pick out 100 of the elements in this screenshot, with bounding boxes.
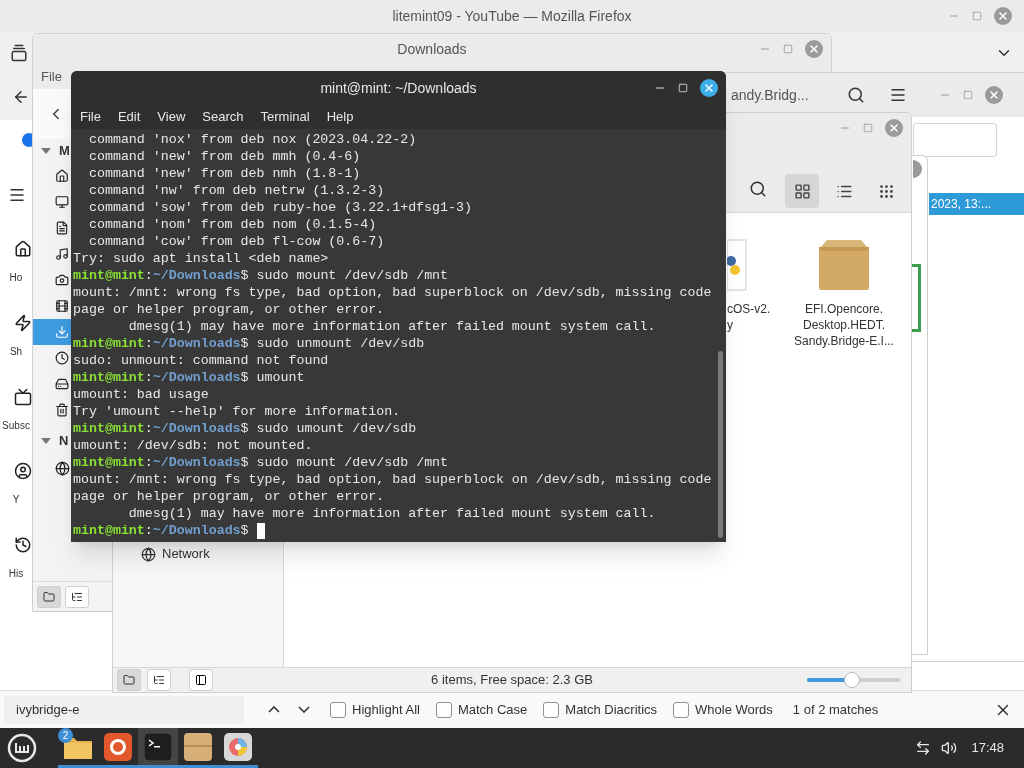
output-line: command 'nox' from deb nox (2023.04.22-2) (87, 131, 417, 148)
output-line: umount: bad usage (73, 386, 209, 403)
file-icon (727, 239, 747, 291)
bolt-icon[interactable] (14, 314, 32, 332)
menu-item[interactable]: Help (326, 107, 354, 127)
close-icon (888, 122, 900, 134)
option-label[interactable]: Match Case (457, 699, 528, 720)
match-count: 1 of 2 matches (792, 700, 879, 719)
option-label[interactable]: Whole Words (695, 699, 773, 720)
output-line: command 'sow' from deb ruby-hoe (3.22.1+dfsg1-3) (87, 199, 472, 216)
close-button[interactable] (700, 79, 718, 97)
box-icon (184, 732, 212, 761)
prompt-line: mint@mint:~/Downloads$ umount (73, 369, 305, 386)
sidebar-label[interactable]: His (8, 566, 24, 581)
folder-icon (123, 674, 135, 686)
option-label[interactable]: Highlight All (352, 699, 420, 720)
view-mode-button[interactable] (785, 174, 819, 208)
maximize-icon (678, 83, 688, 93)
menu-item[interactable]: Terminal (260, 107, 310, 127)
menu-icon[interactable] (8, 186, 26, 204)
globe-icon (141, 546, 156, 562)
menu-item[interactable]: File (80, 107, 101, 127)
close-icon (997, 10, 1009, 22)
output-line: umount: /dev/sdb: not mounted. (73, 437, 313, 454)
terminal-icon (144, 732, 172, 761)
checkbox[interactable] (330, 701, 346, 718)
option-label[interactable]: Match Diacritics (565, 699, 658, 720)
output-line: command 'new' from deb mmh (0.4-6) (87, 148, 361, 165)
maximize-icon (863, 123, 873, 133)
expander-icon[interactable] (41, 438, 51, 444)
output-line: command 'nom' from deb nom (0.1.5-4) (87, 216, 377, 233)
output-line: Try: sudo apt install <deb name> (73, 250, 329, 267)
section-header: N (59, 432, 69, 451)
output-line: mount: /mnt: wrong fs type, bad option, bad superblock on /dev/sdb, missing code (73, 284, 712, 301)
menu-item[interactable]: Edit (117, 107, 141, 127)
window-title: Downloads (397, 39, 467, 59)
sidebar-mode-button[interactable] (147, 669, 171, 691)
color-wheel-icon (224, 732, 252, 761)
volume-icon (941, 740, 958, 756)
globe-icon (55, 460, 70, 476)
expander-icon[interactable] (41, 148, 51, 154)
close-icon (808, 43, 820, 55)
menu-item[interactable]: View (157, 107, 186, 127)
history-icon[interactable] (14, 536, 32, 554)
sidebar-item[interactable]: Network (162, 544, 210, 564)
sidebar-mode-button[interactable] (65, 585, 89, 608)
music-note-icon (55, 247, 69, 261)
monitor-icon (55, 195, 69, 209)
output-line: dmesg(1) may have more information after failed mount system call. (127, 505, 656, 522)
window-title: andy.Bridg... (731, 85, 809, 105)
checkbox[interactable] (673, 701, 690, 718)
menu-item[interactable]: Search (202, 107, 244, 127)
tv-icon[interactable] (14, 388, 32, 406)
window-title: mint@mint: ~/Downloads (320, 78, 477, 98)
house-icon[interactable] (14, 240, 32, 258)
search-icon[interactable] (749, 180, 767, 198)
user-icon[interactable] (14, 462, 32, 480)
prompt-line: mint@mint:~/Downloads$ sudo mount /dev/sdb /mnt (73, 267, 449, 284)
file-name[interactable]: EFI.Opencore. Desktop.HEDT. Sandy.Bridge-E.I... (794, 301, 894, 349)
file-name[interactable]: cOS-v2. y (727, 301, 771, 333)
menu-button[interactable] (6, 732, 38, 764)
output-line: page or helper program, or other error. (73, 301, 385, 318)
output-line: dmesg(1) may have more information after failed mount system call. (127, 318, 656, 335)
menu-item[interactable]: File (41, 66, 62, 87)
chevron-up-icon (268, 706, 280, 713)
menu-icon[interactable] (888, 86, 907, 104)
drive-icon (55, 377, 69, 391)
sidebar-label[interactable]: Subsc (2, 418, 30, 433)
output-line: mount: /mnt: wrong fs type, bad option, bad superblock on /dev/sdb, missing code (73, 471, 712, 488)
back-icon[interactable] (12, 88, 30, 106)
chevron-down-icon (298, 706, 310, 713)
checkbox[interactable] (543, 701, 560, 718)
close-icon (703, 82, 715, 94)
checkbox[interactable] (435, 701, 452, 718)
sidebar-label[interactable]: Sh (9, 344, 23, 359)
zoom-slider[interactable] (807, 672, 901, 688)
network-icon (915, 740, 932, 756)
find-field[interactable]: ivybridge-e (4, 695, 244, 724)
window-title: litemint09 - YouTube — Mozilla Firefox (392, 7, 632, 26)
status-text: 6 items, Free space: 2.3 GB (430, 671, 594, 690)
output-line: Try 'umount --help' for more information. (73, 403, 401, 420)
grid-view-icon (793, 182, 811, 200)
tab-list-icon[interactable] (10, 44, 28, 62)
sidebar-label[interactable]: Ho (9, 270, 23, 285)
output-line: command 'new' from deb nmh (1.8-1) (87, 165, 361, 182)
film-icon (55, 299, 69, 313)
notification-badge: 2 (58, 728, 73, 743)
sidebar-label[interactable]: Y (12, 492, 20, 507)
folder-icon (43, 590, 55, 603)
camera-icon (55, 273, 69, 287)
toggle-pane-button[interactable] (189, 669, 213, 691)
search-field[interactable] (913, 123, 997, 157)
maximize-icon (783, 44, 793, 54)
output-line: page or helper program, or other error. (73, 488, 385, 505)
search-icon[interactable] (846, 86, 865, 104)
scrollbar-thumb[interactable] (718, 351, 723, 538)
output-line: sudo: unmount: command not found (73, 352, 329, 369)
fox-icon (104, 732, 132, 761)
prompt-line: mint@mint:~/Downloads$ sudo umount /dev/sdb (73, 420, 417, 437)
output-line: command 'cow' from deb fl-cow (0.6-7) (87, 233, 385, 250)
